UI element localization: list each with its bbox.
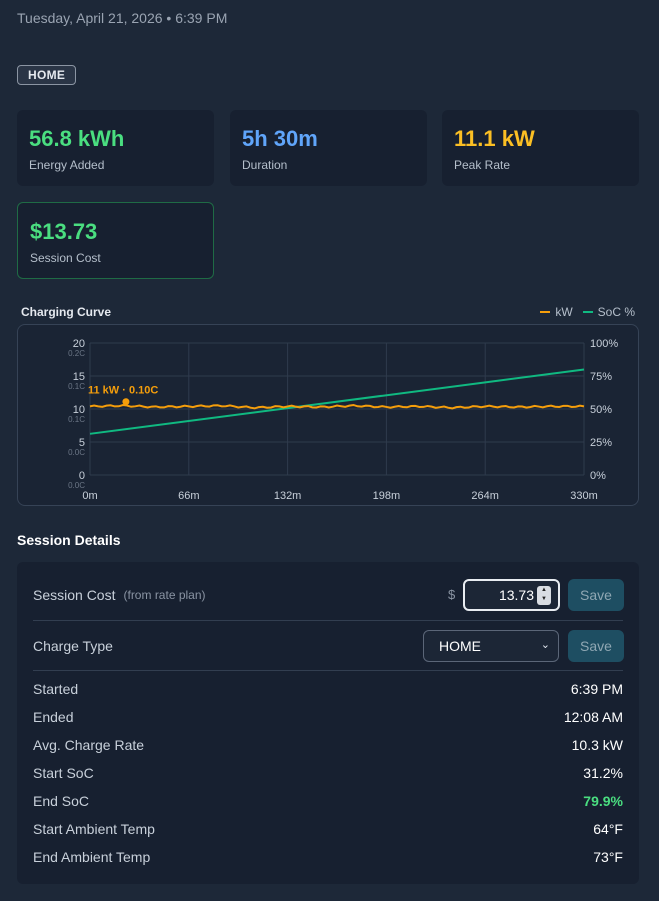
stat-label: Peak Rate: [454, 158, 511, 172]
y-right-tick-label: 0%: [590, 470, 606, 482]
detail-key: Start Ambient Temp: [33, 821, 155, 837]
x-tick-label: 264m: [471, 490, 499, 502]
detail-key: Avg. Charge Rate: [33, 737, 145, 753]
y-right-tick-label: 100%: [590, 338, 618, 350]
session-cost-value: 13.73: [498, 587, 534, 603]
legend-label: SoC %: [597, 305, 635, 319]
x-tick-label: 132m: [274, 490, 302, 502]
save-cost-button[interactable]: Save: [568, 579, 624, 611]
stat-value: 56.8 kWh: [29, 126, 125, 151]
detail-value: 64°F: [593, 821, 623, 837]
y-left-sub-tick-label: 0.1C: [68, 415, 85, 424]
charge-type-value: HOME: [439, 638, 481, 654]
divider: [33, 670, 623, 671]
charge-type-label: Charge Type: [33, 638, 113, 654]
session-details-panel: Session Cost (from rate plan) $ 13.73 ▲ …: [17, 562, 639, 884]
section-title: Session Details: [17, 532, 121, 548]
y-left-sub-tick-label: 0.0C: [68, 481, 85, 490]
legend-label: kW: [555, 305, 573, 319]
x-tick-label: 330m: [570, 490, 598, 502]
peak-annotation: 11 kW · 0.10C: [88, 385, 158, 397]
stat-card-energy: 56.8 kWh Energy Added: [17, 110, 214, 186]
detail-row-start-soc: Start SoC 31.2%: [33, 763, 623, 783]
session-cost-input[interactable]: 13.73 ▲ ▼: [463, 579, 560, 611]
charging-curve-chart: 0 0.0C 0% 5 0.0C 25% 10 0.1C 50% 15 0.1C 75% 20 0.2C 1…: [17, 324, 639, 506]
stat-card-peak-rate: 11.1 kW Peak Rate: [442, 110, 639, 186]
save-type-button[interactable]: Save: [568, 630, 624, 662]
chart-legend: kW SoC %: [540, 305, 635, 319]
stat-value: 5h 30m: [242, 126, 318, 151]
session-cost-label: Session Cost: [33, 587, 116, 603]
stepper-down-icon[interactable]: ▼: [537, 595, 551, 604]
divider: [33, 620, 623, 621]
stat-value: $13.73: [30, 219, 98, 244]
detail-row-start-temp: Start Ambient Temp 64°F: [33, 819, 623, 839]
series-line-kw: [89, 403, 585, 410]
detail-row-avg-rate: Avg. Charge Rate 10.3 kW: [33, 735, 623, 755]
session-cost-sub: (from rate plan): [123, 588, 206, 602]
number-stepper[interactable]: ▲ ▼: [537, 586, 551, 605]
detail-value: 10.3 kW: [571, 737, 623, 753]
currency-symbol: $: [448, 587, 456, 602]
detail-row-started: Started 6:39 PM: [33, 679, 623, 699]
y-right-tick-label: 50%: [590, 404, 612, 416]
detail-row-end-soc: End SoC 79.9%: [33, 791, 623, 811]
y-left-sub-tick-label: 0.0C: [68, 448, 85, 457]
detail-key: End SoC: [33, 793, 90, 809]
detail-value: 73°F: [593, 849, 623, 865]
legend-swatch: [540, 311, 551, 313]
y-right-tick-label: 75%: [590, 371, 612, 383]
detail-key: Ended: [33, 709, 74, 725]
y-left-sub-tick-label: 0.1C: [68, 382, 85, 391]
stat-card-duration: 5h 30m Duration: [230, 110, 427, 186]
series-line-soc: [89, 368, 585, 435]
stat-value: 11.1 kW: [454, 126, 535, 151]
detail-row-end-temp: End Ambient Temp 73°F: [33, 847, 623, 867]
x-tick-label: 198m: [373, 490, 401, 502]
chart-svg: 00.0C0%50.0C25%100.1C50%150.1C75%200.2C1…: [68, 338, 618, 502]
chevron-down-icon: ⌄: [540, 639, 550, 651]
y-left-sub-tick-label: 0.2C: [68, 349, 85, 358]
detail-key: Start SoC: [33, 765, 94, 781]
legend-swatch: [582, 311, 593, 313]
stat-label: Energy Added: [29, 158, 105, 172]
detail-value: 79.9%: [583, 793, 623, 809]
x-tick-label: 66m: [178, 490, 199, 502]
detail-value: 31.2%: [583, 765, 623, 781]
stat-card-session-cost: $13.73 Session Cost: [17, 202, 214, 279]
legend-item-soc: SoC %: [582, 305, 635, 319]
legend-item-kw: kW: [540, 305, 573, 319]
detail-value: 6:39 PM: [570, 681, 623, 697]
charge-type-badge: HOME: [17, 65, 77, 85]
stepper-up-icon[interactable]: ▲: [537, 586, 551, 595]
stat-label: Duration: [242, 158, 288, 172]
detail-key: Started: [33, 681, 79, 697]
chart-title: Charging Curve: [21, 305, 112, 319]
detail-value: 12:08 AM: [563, 709, 623, 725]
x-tick-label: 0m: [82, 490, 97, 502]
stat-label: Session Cost: [30, 251, 101, 265]
peak-marker: [122, 398, 130, 406]
session-datetime: Tuesday, April 21, 2026 • 6:39 PM: [17, 10, 228, 26]
charge-type-select[interactable]: HOME ⌄: [423, 630, 559, 662]
detail-key: End Ambient Temp: [33, 849, 151, 865]
y-right-tick-label: 25%: [590, 437, 612, 449]
detail-row-ended: Ended 12:08 AM: [33, 707, 623, 727]
